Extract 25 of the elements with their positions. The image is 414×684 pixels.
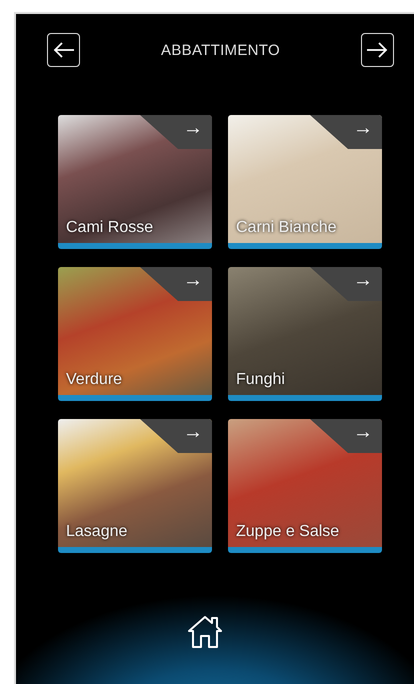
- category-label: Verdure: [66, 371, 122, 389]
- home-icon: [185, 614, 225, 650]
- screen-title: ABBATTIMENTO: [161, 42, 280, 58]
- left-arrow-icon: [52, 41, 74, 59]
- category-label: Funghi: [236, 371, 285, 389]
- food-category-tile[interactable]: → Funghi: [228, 267, 382, 401]
- food-category-tile[interactable]: → Zuppe e Salse: [228, 419, 382, 553]
- arrow-icon: →: [353, 118, 373, 138]
- arrow-icon: →: [353, 270, 373, 290]
- category-label: Carni Bianche: [236, 219, 336, 237]
- food-category-tile[interactable]: → Lasagne: [58, 419, 212, 553]
- arrow-icon: →: [183, 118, 203, 138]
- forward-button[interactable]: [360, 33, 394, 67]
- category-label: Zuppe e Salse: [236, 523, 340, 541]
- home-button[interactable]: [185, 614, 225, 650]
- back-button[interactable]: [47, 33, 80, 67]
- arrow-icon: →: [353, 422, 373, 442]
- food-category-tile[interactable]: → Verdure: [58, 267, 212, 401]
- category-label: Lasagne: [66, 523, 128, 541]
- category-label: Cami Rosse: [66, 219, 154, 237]
- arrow-icon: →: [183, 270, 203, 290]
- food-category-tile[interactable]: → Carni Bianche: [228, 115, 382, 249]
- right-arrow-icon: [366, 41, 388, 59]
- food-category-tile[interactable]: → Cami Rosse: [58, 115, 212, 249]
- arrow-icon: →: [183, 422, 203, 442]
